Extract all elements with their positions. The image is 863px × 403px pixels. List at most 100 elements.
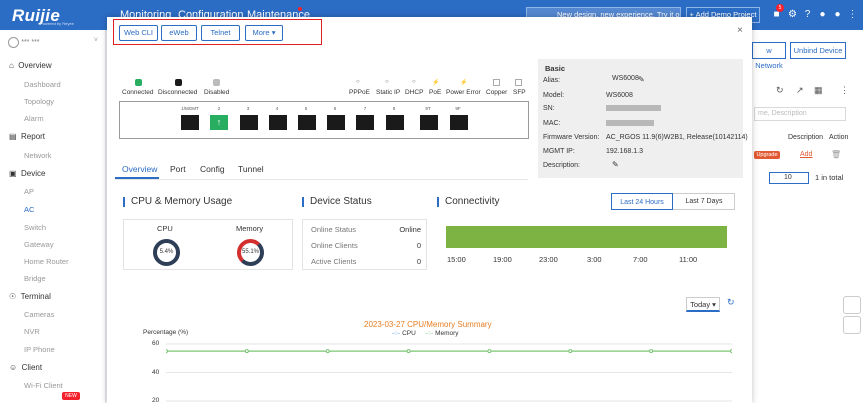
sidebar-item-dashboard[interactable]: Dashboard (24, 80, 61, 89)
tab-port[interactable]: Port (170, 164, 186, 174)
legend-cpu-marker[interactable]: -○- CPU (392, 330, 416, 337)
port-1[interactable] (181, 115, 199, 130)
firmware-label: Firmware Version: (543, 134, 600, 141)
legend-memory: Memory (435, 330, 459, 337)
help-icon[interactable]: ? (802, 9, 813, 20)
sidebar-group-report[interactable]: ▤ Report (9, 132, 45, 141)
last-7-days-button[interactable]: Last 7 Days (673, 193, 735, 210)
web-cli-button[interactable]: Web CLI (119, 25, 158, 41)
poe-icon: ⚡ (432, 80, 440, 86)
legend-disabled: Disabled (204, 89, 230, 96)
legend-sfp: SFP (513, 89, 526, 96)
power-error-icon: ⚡ (460, 80, 468, 86)
sidebar-item-topology[interactable]: Topology (24, 97, 54, 106)
sidebar-group-overview[interactable]: ⌂ Overview (9, 61, 52, 70)
memory-point (406, 349, 411, 354)
support-icon[interactable] (843, 316, 861, 334)
port-5[interactable] (298, 115, 316, 130)
menu-icon[interactable]: ⋮ (847, 9, 858, 20)
more-button[interactable]: More ▾ (245, 25, 283, 41)
memory-point (487, 349, 492, 354)
new-badge: NEW (62, 392, 80, 400)
port-9t[interactable] (420, 115, 438, 130)
memory-gauge: 55.1% (237, 239, 264, 266)
telnet-button[interactable]: Telnet (201, 25, 240, 41)
port-9f[interactable] (450, 115, 468, 130)
export-icon[interactable]: ↗ (796, 85, 804, 96)
dhcp-icon: ○ (412, 79, 416, 85)
search-input[interactable]: me, Description (754, 107, 846, 121)
sidebar-group-client[interactable]: ☺ Client (9, 363, 42, 372)
alias-label: Alias: (543, 77, 561, 84)
time-label: 19:00 (493, 255, 512, 264)
more-icon[interactable]: ⋮ (840, 85, 849, 96)
refresh-icon[interactable]: ↻ (727, 297, 735, 308)
chat-icon[interactable] (843, 296, 861, 314)
sidebar-item-network[interactable]: Network (24, 151, 52, 160)
user-selector[interactable]: *** *** ˅ (8, 37, 98, 51)
upgrade-badge[interactable]: Upgrade (754, 151, 780, 159)
sidebar-item-alarm[interactable]: Alarm (24, 114, 44, 123)
tab-config[interactable]: Config (200, 164, 225, 174)
chevron-down-icon: ˅ (93, 37, 98, 44)
last-24-hours-button[interactable]: Last 24 Hours (611, 193, 673, 210)
page-size-select[interactable]: 10 (769, 172, 809, 184)
globe-icon[interactable]: ● (817, 9, 828, 20)
sidebar-item-ap[interactable]: AP (24, 187, 34, 196)
static-ip-icon: ○ (385, 79, 389, 85)
sidebar-item-ac[interactable]: AC (24, 205, 34, 214)
sidebar-group-device[interactable]: ▣ Device (9, 169, 45, 178)
port-label: 5 (304, 106, 308, 111)
legend-memory-marker[interactable]: -○- Memory (425, 330, 459, 337)
port-label: 8 (392, 106, 396, 111)
grid-icon[interactable]: ▦ (814, 85, 823, 96)
device-icon: ▣ (9, 169, 17, 178)
memory-point (166, 349, 168, 354)
sidebar-item-nvr[interactable]: NVR (24, 327, 40, 336)
sidebar-item-switch[interactable]: Switch (24, 223, 46, 232)
tab-divider (115, 179, 528, 180)
eweb-button[interactable]: eWeb (161, 25, 197, 41)
refresh-icon[interactable]: ↻ (776, 85, 784, 96)
port-7[interactable] (356, 115, 374, 130)
mac-value-redacted (606, 120, 654, 126)
cpu-memory-title: CPU & Memory Usage (131, 196, 233, 207)
edit-alias-icon[interactable]: ✎ (638, 75, 645, 84)
firmware-value: AC_RGOS 11.9(6)W2B1, Release(10142114) (606, 134, 748, 141)
port-2[interactable]: ↑ (210, 115, 228, 130)
tab-overview[interactable]: Overview (122, 164, 157, 174)
add-link[interactable]: Add (800, 151, 812, 158)
sidebar-item-bridge[interactable]: Bridge (24, 274, 46, 283)
gear-icon[interactable]: ⚙ (787, 9, 798, 20)
delete-icon[interactable]: 🗑 (831, 150, 841, 159)
port-8[interactable] (386, 115, 404, 130)
sidebar-item-wifi-client[interactable]: Wi-Fi Client (24, 381, 63, 390)
mgmt-ip-value: 192.168.1.3 (606, 148, 643, 155)
sidebar-item-gateway[interactable]: Gateway (24, 240, 54, 249)
sidebar-item-home-router[interactable]: Home Router (24, 257, 69, 266)
port-3[interactable] (240, 115, 258, 130)
sidebar-item-ip-phone[interactable]: IP Phone (24, 345, 55, 354)
network-button[interactable]: w Network (752, 42, 786, 70)
disabled-icon (213, 79, 220, 86)
legend-connected: Connected (122, 89, 154, 96)
date-select[interactable]: Today ▾ (686, 297, 720, 312)
tab-tunnel[interactable]: Tunnel (238, 164, 264, 174)
brand-subtitle: Powered by Reyee (40, 21, 74, 26)
legend-dhcp: DHCP (405, 89, 424, 96)
section-marker (302, 197, 304, 207)
close-icon[interactable]: × (737, 25, 743, 36)
port-6[interactable] (327, 115, 345, 130)
edit-description-icon[interactable]: ✎ (612, 160, 619, 169)
active-clients-value: 0 (416, 257, 421, 266)
notification-dot (298, 7, 302, 11)
memory-point (649, 349, 654, 354)
user-icon[interactable]: ● (832, 9, 843, 20)
caret-down-icon: ▾ (712, 300, 716, 309)
sidebar-item-cameras[interactable]: Cameras (24, 310, 54, 319)
unbind-device-button[interactable]: Unbind Device (790, 42, 846, 59)
port-4[interactable] (269, 115, 287, 130)
port-label: 9F (455, 106, 461, 111)
sidebar-group-terminal[interactable]: ☉ Terminal (9, 292, 51, 301)
memory-label: Memory (236, 224, 264, 233)
